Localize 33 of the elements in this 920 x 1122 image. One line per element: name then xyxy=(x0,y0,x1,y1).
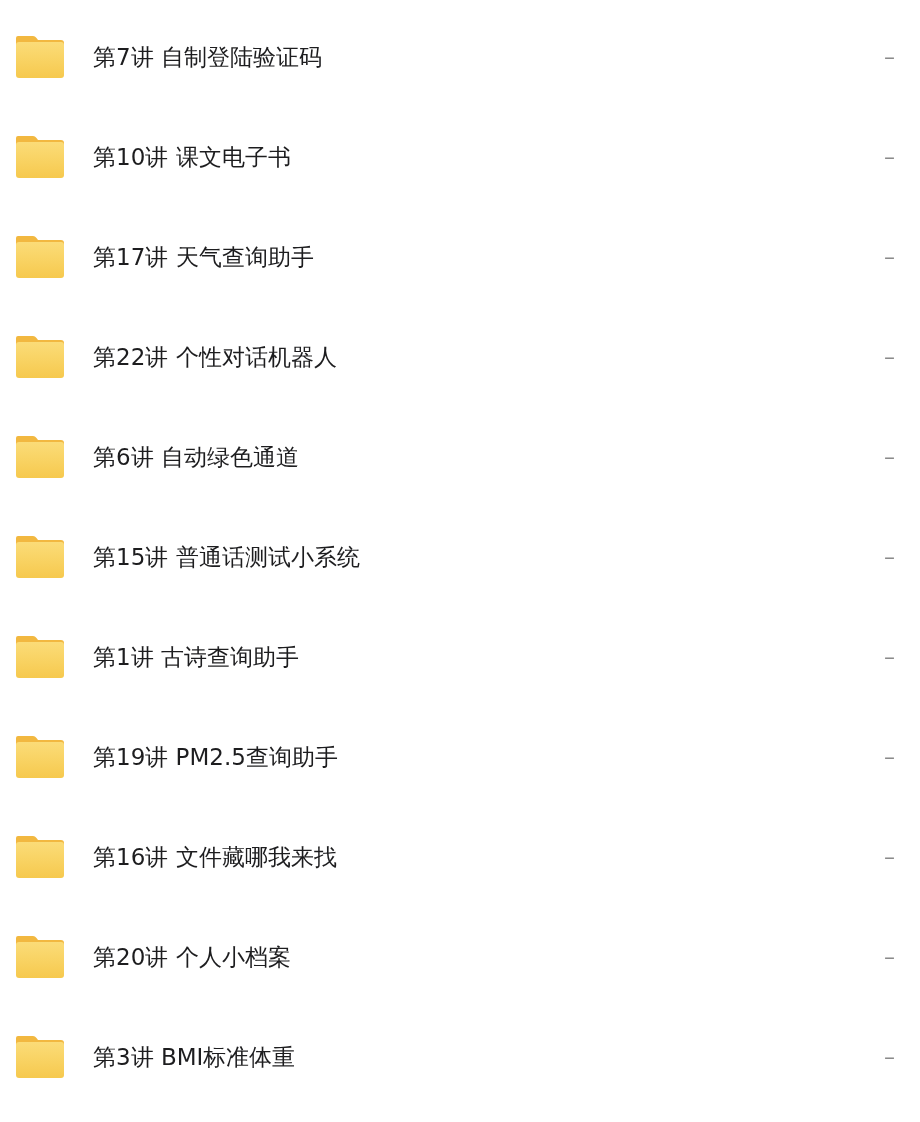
folder-name[interactable]: 第3讲 BMI标准体重 xyxy=(93,1041,884,1073)
folder-size: – xyxy=(884,846,895,868)
folder-name[interactable]: 第6讲 自动绿色通道 xyxy=(93,441,884,473)
folder-size: – xyxy=(884,746,895,768)
folder-icon xyxy=(16,736,64,778)
folder-icon xyxy=(16,536,64,578)
folder-icon xyxy=(16,436,64,478)
folder-name[interactable]: 第15讲 普通话测试小系统 xyxy=(93,541,884,573)
folder-icon xyxy=(16,236,64,278)
folder-name[interactable]: 第16讲 文件藏哪我来找 xyxy=(93,841,884,873)
folder-size: – xyxy=(884,446,895,468)
folder-size: – xyxy=(884,246,895,268)
folder-icon xyxy=(16,36,64,78)
folder-icon xyxy=(16,636,64,678)
folder-icon xyxy=(16,836,64,878)
folder-name[interactable]: 第7讲 自制登陆验证码 xyxy=(93,41,884,73)
folder-name[interactable]: 第10讲 课文电子书 xyxy=(93,141,884,173)
folder-name[interactable]: 第19讲 PM2.5查询助手 xyxy=(93,741,884,773)
folder-name[interactable]: 第22讲 个性对话机器人 xyxy=(93,341,884,373)
folder-icon xyxy=(16,136,64,178)
folder-size: – xyxy=(884,46,895,68)
folder-size: – xyxy=(884,546,895,568)
folder-size: – xyxy=(884,346,895,368)
folder-name[interactable]: 第17讲 天气查询助手 xyxy=(93,241,884,273)
folder-size: – xyxy=(884,146,895,168)
folder-icon xyxy=(16,1036,64,1078)
folder-size: – xyxy=(884,946,895,968)
folder-size: – xyxy=(884,1046,895,1068)
folder-size: – xyxy=(884,646,895,668)
folder-name[interactable]: 第1讲 古诗查询助手 xyxy=(93,641,884,673)
folder-icon xyxy=(16,336,64,378)
folder-name[interactable]: 第20讲 个人小档案 xyxy=(93,941,884,973)
folder-icon xyxy=(16,936,64,978)
